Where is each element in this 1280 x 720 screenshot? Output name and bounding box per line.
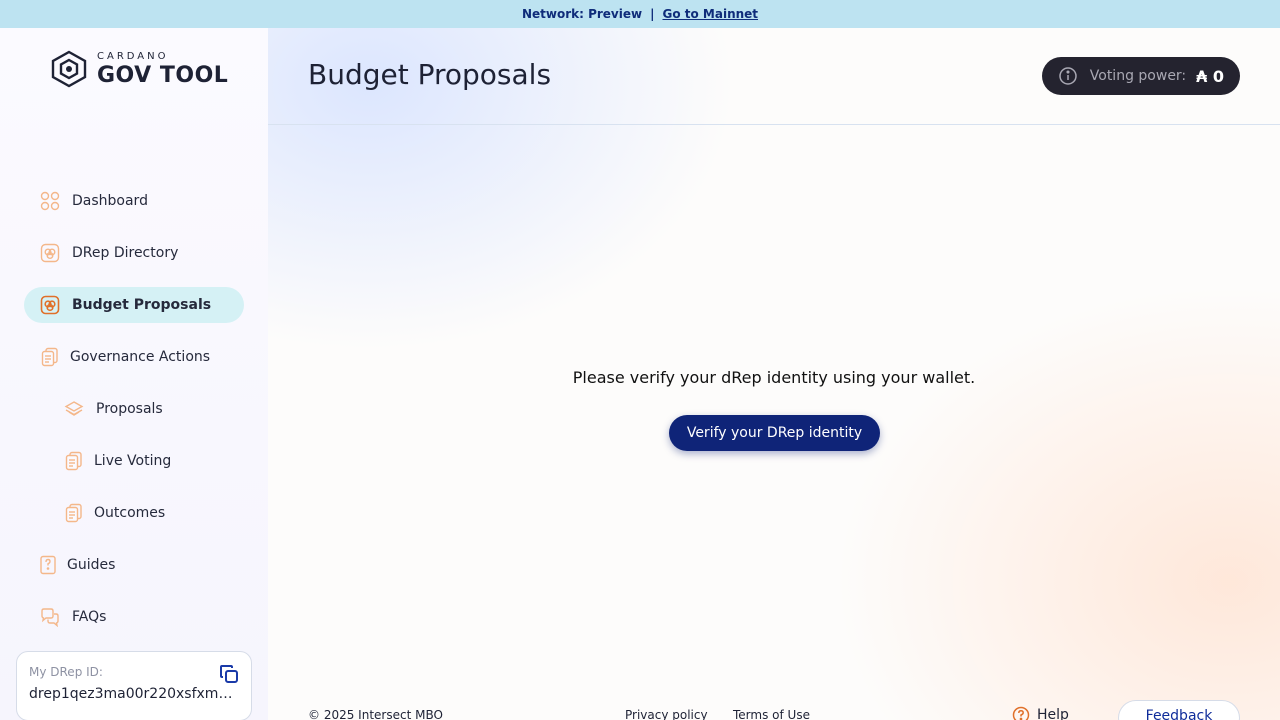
sidebar-item-label: Governance Actions — [70, 349, 211, 365]
sidebar: CARDANO GOV TOOL Dashboard DRep Director… — [0, 28, 268, 720]
documents-icon — [64, 503, 84, 523]
banner-separator: | — [650, 7, 655, 21]
logo-title: GOV TOOL — [97, 62, 229, 88]
budget-proposals-icon — [40, 295, 60, 315]
sidebar-item-proposals[interactable]: Proposals — [64, 391, 244, 427]
sidebar-item-budget-proposals[interactable]: Budget Proposals — [24, 287, 244, 323]
page-title: Budget Proposals — [308, 58, 552, 91]
go-to-mainnet-link[interactable]: Go to Mainnet — [662, 7, 758, 21]
grid-icon — [40, 191, 60, 211]
sidebar-item-faqs[interactable]: FAQs — [40, 599, 240, 635]
help-label: Help — [1037, 707, 1069, 720]
voting-power-value: ₳ 0 — [1196, 66, 1224, 86]
sidebar-item-label: Budget Proposals — [72, 297, 212, 313]
verify-drep-identity-button[interactable]: Verify your DRep identity — [669, 415, 880, 451]
footer: © 2025 Intersect MBO Privacy policy Term… — [268, 700, 1280, 720]
sidebar-item-label: DRep Directory — [72, 245, 179, 261]
voting-power-label: Voting power: — [1089, 68, 1187, 84]
drep-id-label: My DRep ID: — [29, 665, 103, 679]
network-banner: Network: Preview | Go to Mainnet — [0, 0, 1280, 28]
logo[interactable]: CARDANO GOV TOOL — [48, 50, 228, 88]
logo-subtitle: CARDANO — [97, 50, 169, 62]
network-label: Network: Preview — [521, 7, 643, 21]
layers-icon — [64, 399, 84, 419]
sidebar-item-drep-directory[interactable]: DRep Directory — [40, 235, 240, 271]
drep-id-card: My DRep ID: drep1qez3ma00r220xsfxmk... — [16, 651, 252, 720]
documents-icon — [40, 347, 60, 367]
sidebar-item-label: Guides — [67, 557, 116, 573]
sidebar-item-label: Outcomes — [94, 505, 166, 521]
voting-power-badge: Voting power: ₳ 0 — [1041, 57, 1240, 95]
sidebar-item-label: FAQs — [72, 609, 107, 625]
sidebar-item-label: Dashboard — [72, 193, 148, 209]
drep-id-value: drep1qez3ma00r220xsfxmk... — [29, 686, 239, 702]
sidebar-item-guides[interactable]: Guides — [40, 547, 240, 583]
verify-message: Please verify your dRep identity using y… — [572, 368, 976, 387]
sidebar-item-label: Proposals — [96, 401, 163, 417]
drep-directory-icon — [40, 243, 60, 263]
help-link[interactable]: Help — [1012, 706, 1069, 720]
main-content: Budget Proposals Voting power: ₳ 0 Pleas… — [268, 28, 1280, 720]
sidebar-item-governance-actions[interactable]: Governance Actions — [40, 339, 240, 375]
terms-of-use-link[interactable]: Terms of Use — [733, 708, 810, 720]
sidebar-item-dashboard[interactable]: Dashboard — [40, 183, 240, 219]
feedback-button[interactable]: Feedback — [1118, 700, 1240, 720]
copy-icon[interactable] — [219, 664, 239, 684]
copyright-text: © 2025 Intersect MBO — [308, 708, 443, 720]
sidebar-item-live-voting[interactable]: Live Voting — [64, 443, 244, 479]
sidebar-item-label: Live Voting — [94, 453, 172, 469]
chat-question-icon — [40, 607, 60, 627]
guide-book-icon — [40, 555, 56, 575]
sidebar-item-outcomes[interactable]: Outcomes — [64, 495, 244, 531]
privacy-policy-link[interactable]: Privacy policy — [625, 708, 708, 720]
info-icon[interactable] — [1058, 66, 1078, 86]
page-header: Budget Proposals Voting power: ₳ 0 — [268, 28, 1280, 125]
documents-icon — [64, 451, 84, 471]
help-circle-icon — [1012, 706, 1030, 720]
cardano-logo-icon — [51, 50, 87, 88]
